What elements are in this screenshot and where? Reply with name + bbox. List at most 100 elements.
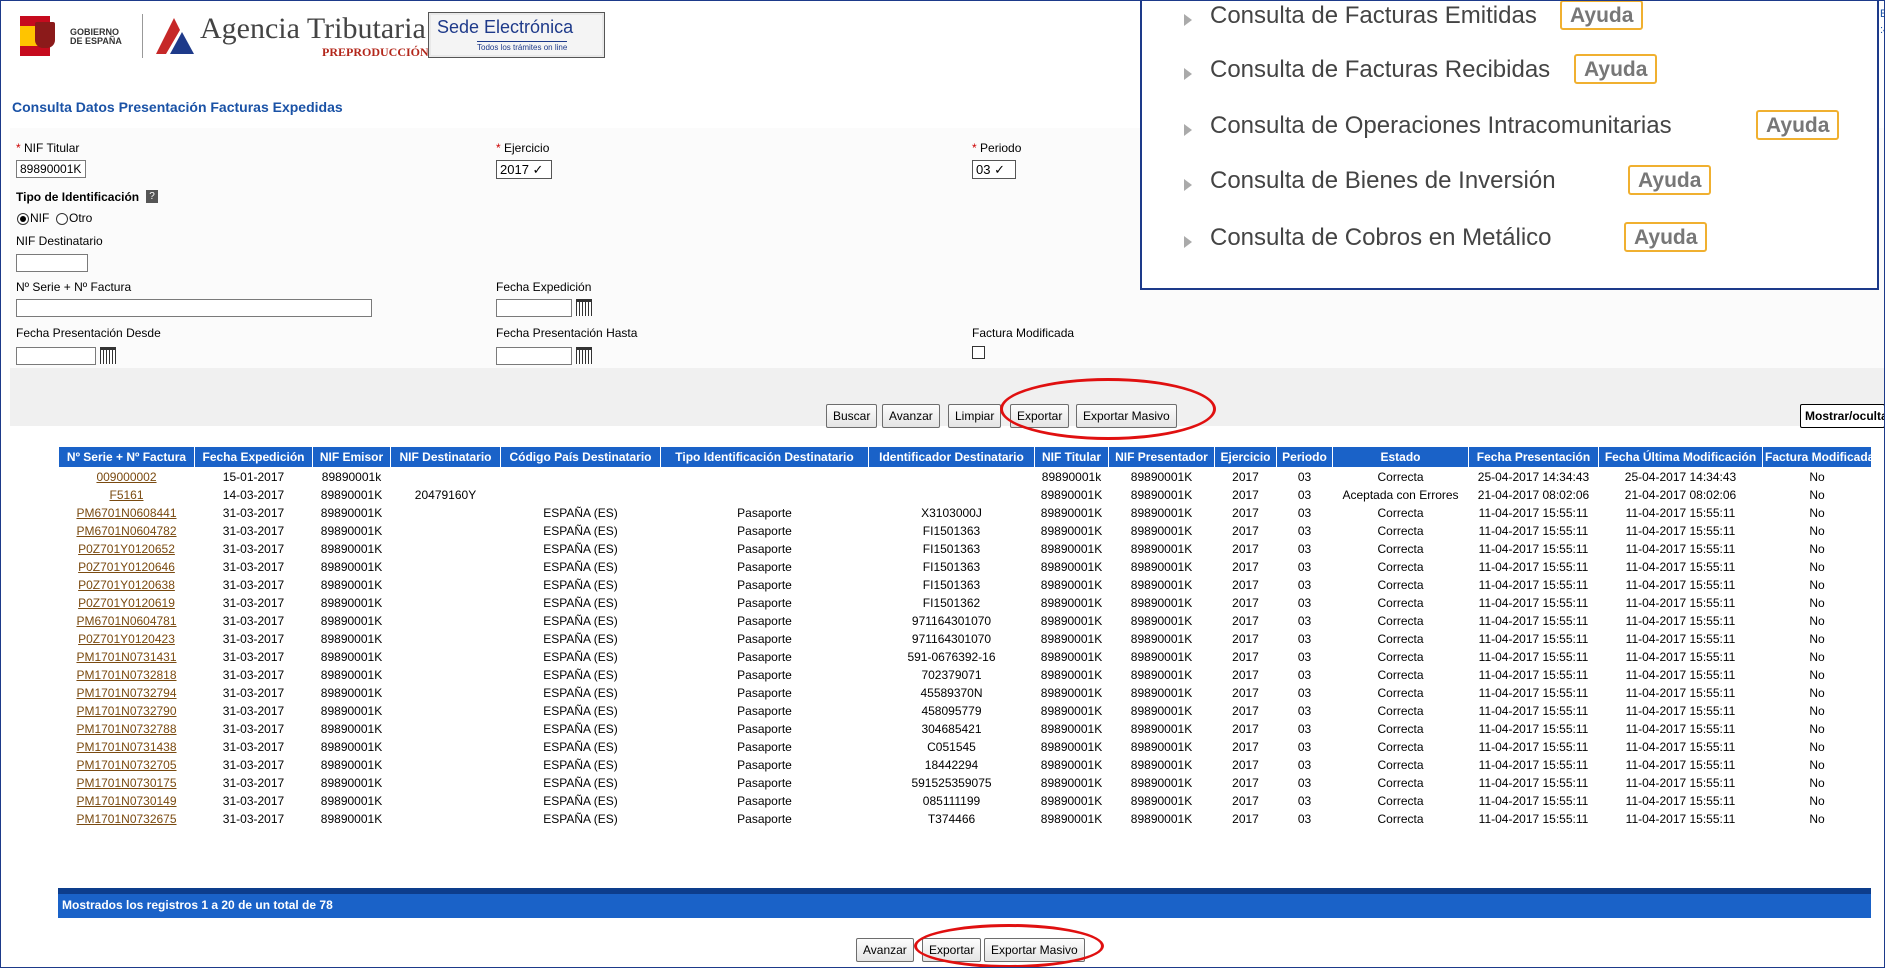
table-cell: 11-04-2017 15:55:11	[1625, 560, 1736, 574]
table-cell[interactable]: PM1701N0732705	[59, 756, 195, 774]
ayuda-button[interactable]: Ayuda	[1560, 0, 1644, 30]
invoice-link[interactable]: F5161	[109, 488, 143, 502]
invoice-link[interactable]: PM1701N0730149	[76, 794, 176, 808]
invoice-link[interactable]: P0Z701Y0120652	[78, 542, 175, 556]
panel-item-bienes-inversion[interactable]: Consulta de Bienes de Inversión	[1210, 167, 1556, 195]
avanzar-button[interactable]: Avanzar	[882, 404, 940, 428]
invoice-link[interactable]: PM1701N0732818	[76, 668, 176, 682]
column-header[interactable]: Fecha Expedición	[194, 446, 313, 468]
invoice-link[interactable]: PM1701N0731431	[76, 650, 176, 664]
fecha-expedicion-input[interactable]	[496, 299, 572, 317]
invoice-link[interactable]: PM1701N0730175	[76, 776, 176, 790]
panel-item-cobros-metalico[interactable]: Consulta de Cobros en Metálico	[1210, 224, 1552, 252]
mostrar-ocultar-columnas-button[interactable]: Mostrar/ocultar columnas	[1800, 404, 1885, 428]
fecha-hasta-input[interactable]	[496, 347, 572, 365]
column-header[interactable]: Factura Modificada	[1762, 446, 1872, 468]
column-header[interactable]: Fecha Última Modificación	[1598, 446, 1763, 468]
table-cell: No	[1809, 668, 1825, 682]
table-cell: No	[1809, 560, 1825, 574]
table-cell[interactable]: PM6701N0604781	[59, 612, 195, 630]
invoice-link[interactable]: P0Z701Y0120646	[78, 560, 175, 574]
table-cell[interactable]: PM1701N0732790	[59, 702, 195, 720]
table-cell[interactable]: PM6701N0604782	[59, 522, 195, 540]
column-header[interactable]: NIF Emisor	[312, 446, 391, 468]
table-cell[interactable]: P0Z701Y0120638	[59, 576, 195, 594]
factura-modificada-checkbox[interactable]	[972, 346, 985, 359]
ejercicio-select[interactable]: 2017 ✓	[496, 160, 552, 179]
table-cell: 89890001K	[1040, 794, 1103, 808]
nif-destinatario-input[interactable]	[16, 254, 88, 272]
table-cell[interactable]: PM6701N0608441	[59, 504, 195, 522]
column-header[interactable]: Periodo	[1276, 446, 1333, 468]
invoice-link[interactable]: PM6701N0604782	[76, 524, 176, 538]
column-header[interactable]: NIF Titular	[1034, 446, 1109, 468]
calendar-icon[interactable]	[576, 299, 592, 316]
table-cell[interactable]: PM1701N0732675	[59, 810, 195, 828]
invoice-link[interactable]: PM6701N0608441	[76, 506, 176, 520]
table-cell: Correcta	[1377, 470, 1424, 484]
ayuda-button[interactable]: Ayuda	[1624, 222, 1708, 252]
table-cell: 89890001K	[1040, 632, 1103, 646]
column-header[interactable]: NIF Destinatario	[390, 446, 501, 468]
table-cell: 2017	[1232, 632, 1259, 646]
table-cell: 89890001K	[320, 506, 383, 520]
column-header[interactable]: Estado	[1332, 446, 1469, 468]
table-cell: 11-04-2017 15:55:11	[1625, 704, 1736, 718]
table-cell[interactable]: PM1701N0732794	[59, 684, 195, 702]
invoice-link[interactable]: PM6701N0604781	[76, 614, 176, 628]
radio-nif[interactable]	[17, 213, 29, 225]
table-cell[interactable]: 009000002	[59, 468, 195, 487]
ayuda-button[interactable]: Ayuda	[1574, 54, 1658, 84]
periodo-select[interactable]: 03 ✓	[972, 160, 1016, 179]
nif-titular-input[interactable]	[16, 160, 86, 178]
invoice-link[interactable]: PM1701N0732794	[76, 686, 176, 700]
calendar-icon[interactable]	[576, 347, 592, 364]
ayuda-button[interactable]: Ayuda	[1628, 165, 1712, 195]
invoice-link[interactable]: PM1701N0732790	[76, 704, 176, 718]
ayuda-button[interactable]: Ayuda	[1756, 110, 1840, 140]
invoice-link[interactable]: PM1701N0731438	[76, 740, 176, 754]
invoice-link[interactable]: P0Z701Y0120619	[78, 596, 175, 610]
table-cell[interactable]: PM1701N0731438	[59, 738, 195, 756]
table-cell: 03	[1297, 596, 1312, 610]
column-header[interactable]: Tipo Identificación Destinatario	[660, 446, 869, 468]
column-header[interactable]: Código País Destinatario	[500, 446, 661, 468]
panel-item-operaciones-intracomunitarias[interactable]: Consulta de Operaciones Intracomunitaria…	[1210, 112, 1672, 140]
table-cell[interactable]: PM1701N0730149	[59, 792, 195, 810]
invoice-link[interactable]: PM1701N0732675	[76, 812, 176, 826]
panel-item-facturas-recibidas[interactable]: Consulta de Facturas Recibidas	[1210, 56, 1550, 84]
table-cell: 89890001K	[1040, 812, 1103, 826]
table-cell: 03	[1297, 812, 1312, 826]
calendar-icon[interactable]	[100, 347, 116, 364]
column-header[interactable]: Ejercicio	[1214, 446, 1277, 468]
table-cell[interactable]: PM1701N0731431	[59, 648, 195, 666]
table-cell: 25-04-2017 14:34:43	[1624, 470, 1737, 484]
invoice-link[interactable]: P0Z701Y0120638	[78, 578, 175, 592]
fecha-desde-input[interactable]	[16, 347, 96, 365]
table-cell[interactable]: P0Z701Y0120619	[59, 594, 195, 612]
column-header[interactable]: Fecha Presentación	[1468, 446, 1599, 468]
brand-name[interactable]: Agencia Tributaria	[200, 12, 426, 46]
serie-factura-input[interactable]	[16, 299, 372, 317]
limpiar-button[interactable]: Limpiar	[948, 404, 1002, 428]
avanzar-button-bottom[interactable]: Avanzar	[856, 938, 914, 962]
table-cell[interactable]: P0Z701Y0120652	[59, 540, 195, 558]
invoice-link[interactable]: P0Z701Y0120423	[78, 632, 175, 646]
buscar-button[interactable]: Buscar	[826, 404, 878, 428]
column-header[interactable]: NIF Presentador	[1108, 446, 1215, 468]
table-cell[interactable]: PM1701N0730175	[59, 774, 195, 792]
table-cell[interactable]: P0Z701Y0120423	[59, 630, 195, 648]
invoice-link[interactable]: PM1701N0732705	[76, 758, 176, 772]
table-cell[interactable]: PM1701N0732788	[59, 720, 195, 738]
table-cell[interactable]: P0Z701Y0120646	[59, 558, 195, 576]
invoice-link[interactable]: PM1701N0732788	[76, 722, 176, 736]
table-cell[interactable]: PM1701N0732818	[59, 666, 195, 684]
sede-electronica-logo[interactable]: Sede Electrónica Todos los trámites on l…	[428, 12, 605, 58]
invoice-link[interactable]: 009000002	[96, 470, 156, 484]
panel-item-facturas-emitidas[interactable]: Consulta de Facturas Emitidas	[1210, 2, 1537, 30]
column-header[interactable]: Nº Serie + Nº Factura	[58, 446, 195, 468]
column-header[interactable]: Identificador Destinatario	[868, 446, 1035, 468]
help-icon[interactable]: ?	[146, 190, 158, 203]
table-cell[interactable]: F5161	[59, 486, 195, 504]
radio-otro[interactable]	[56, 213, 68, 225]
